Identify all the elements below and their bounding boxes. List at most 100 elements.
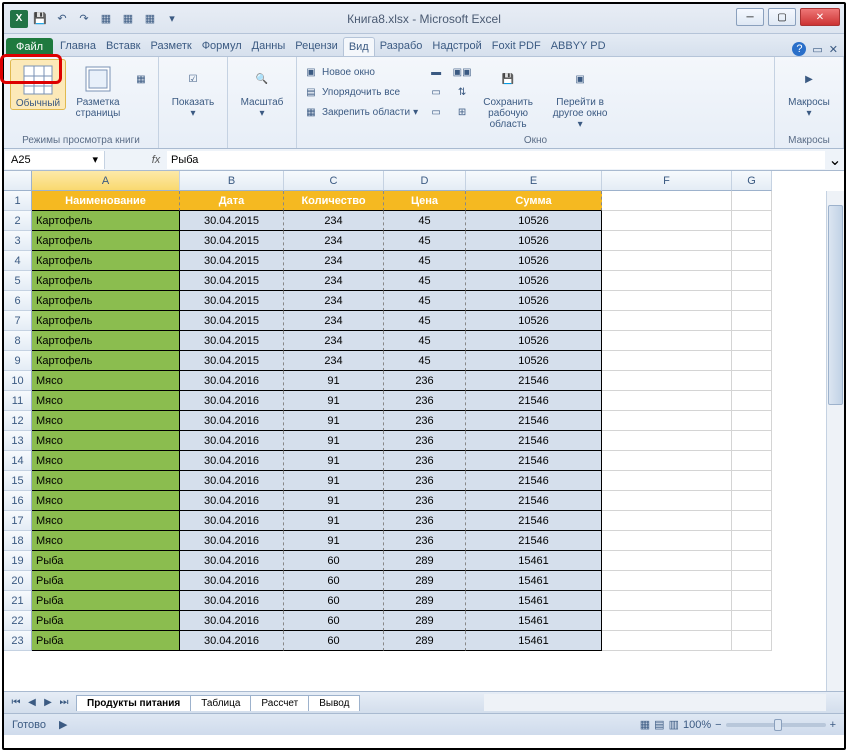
zoom-level[interactable]: 100%	[683, 719, 711, 731]
undo-icon[interactable]: ↶	[52, 9, 72, 29]
sheet-nav-prev-icon[interactable]: ◀	[24, 697, 40, 708]
cell-qty[interactable]: 91	[284, 411, 384, 431]
vertical-scrollbar[interactable]	[826, 191, 844, 691]
empty-cell[interactable]	[602, 271, 732, 291]
empty-cell[interactable]	[602, 611, 732, 631]
view-page-layout-button[interactable]: Разметка страницы	[70, 59, 126, 119]
macros-button[interactable]: ▶ Макросы▾	[781, 59, 837, 119]
empty-cell[interactable]	[732, 431, 772, 451]
cell-sum[interactable]: 21546	[466, 491, 602, 511]
empty-cell[interactable]	[732, 511, 772, 531]
view-normal-button[interactable]: Обычный	[10, 59, 66, 110]
minimize-button[interactable]: ─	[736, 8, 764, 26]
hide-button[interactable]: ▭	[428, 83, 444, 101]
cell-date[interactable]: 30.04.2016	[180, 631, 284, 651]
freeze-panes-button[interactable]: ▦Закрепить области ▾	[303, 103, 418, 121]
cell-date[interactable]: 30.04.2016	[180, 611, 284, 631]
empty-cell[interactable]	[732, 631, 772, 651]
cell-date[interactable]: 30.04.2016	[180, 451, 284, 471]
cell-sum[interactable]: 10526	[466, 291, 602, 311]
ribbon-tab-Главна[interactable]: Главна	[55, 37, 101, 56]
cell-sum[interactable]: 15461	[466, 631, 602, 651]
cell-date[interactable]: 30.04.2016	[180, 491, 284, 511]
empty-cell[interactable]	[732, 491, 772, 511]
zoom-thumb[interactable]	[774, 719, 782, 731]
cell-qty[interactable]: 91	[284, 511, 384, 531]
cell-name[interactable]: Картофель	[32, 291, 180, 311]
empty-cell[interactable]	[602, 491, 732, 511]
save-icon[interactable]: 💾	[30, 9, 50, 29]
zoom-button[interactable]: 🔍 Масштаб▾	[234, 59, 290, 119]
cell-qty[interactable]: 60	[284, 571, 384, 591]
empty-cell[interactable]	[602, 351, 732, 371]
sheet-tab[interactable]: Таблица	[190, 695, 251, 711]
cell-qty[interactable]: 91	[284, 451, 384, 471]
empty-cell[interactable]	[602, 571, 732, 591]
empty-cell[interactable]	[732, 571, 772, 591]
cell-price[interactable]: 236	[384, 451, 466, 471]
cell-sum[interactable]: 21546	[466, 451, 602, 471]
maximize-button[interactable]: ▢	[768, 8, 796, 26]
cell-price[interactable]: 289	[384, 611, 466, 631]
cell-price[interactable]: 236	[384, 431, 466, 451]
cell-sum[interactable]: 10526	[466, 331, 602, 351]
zoom-out-icon[interactable]: −	[715, 719, 721, 731]
cell-name[interactable]: Рыба	[32, 631, 180, 651]
row-header[interactable]: 15	[4, 471, 32, 491]
zoom-in-icon[interactable]: +	[830, 719, 836, 731]
empty-cell[interactable]	[732, 191, 772, 211]
file-tab[interactable]: Файл	[6, 38, 53, 56]
cell-date[interactable]: 30.04.2016	[180, 571, 284, 591]
empty-cell[interactable]	[602, 431, 732, 451]
ribbon-tab-Вид[interactable]: Вид	[343, 37, 375, 56]
ribbon-tab-Разрабо[interactable]: Разрабо	[375, 37, 428, 56]
reset-pos-button[interactable]: ⊞	[454, 103, 470, 121]
cell-qty[interactable]: 60	[284, 551, 384, 571]
cell-name[interactable]: Мясо	[32, 391, 180, 411]
cell-sum[interactable]: 21546	[466, 471, 602, 491]
new-window-button[interactable]: ▣Новое окно	[303, 63, 418, 81]
cell-price[interactable]: 45	[384, 311, 466, 331]
cell-date[interactable]: 30.04.2015	[180, 211, 284, 231]
cell-name[interactable]: Рыба	[32, 571, 180, 591]
cell-sum[interactable]: 15461	[466, 611, 602, 631]
empty-cell[interactable]	[602, 531, 732, 551]
cell-date[interactable]: 30.04.2016	[180, 371, 284, 391]
empty-cell[interactable]	[602, 451, 732, 471]
qat-dropdown-icon[interactable]: ▾	[162, 9, 182, 29]
expand-formula-icon[interactable]: ⌄	[826, 150, 844, 170]
empty-cell[interactable]	[732, 211, 772, 231]
cell-sum[interactable]: 10526	[466, 211, 602, 231]
cell-name[interactable]: Мясо	[32, 431, 180, 451]
row-header[interactable]: 6	[4, 291, 32, 311]
empty-cell[interactable]	[732, 391, 772, 411]
empty-cell[interactable]	[602, 251, 732, 271]
cell-price[interactable]: 45	[384, 291, 466, 311]
cell-name[interactable]: Картофель	[32, 211, 180, 231]
empty-cell[interactable]	[602, 391, 732, 411]
help-icon[interactable]: ?	[792, 42, 806, 56]
cell-price[interactable]: 45	[384, 271, 466, 291]
ribbon-tab-Формул[interactable]: Формул	[197, 37, 247, 56]
cell-qty[interactable]: 234	[284, 231, 384, 251]
doc-close-icon[interactable]: ✕	[829, 43, 838, 56]
unhide-button[interactable]: ▭	[428, 103, 444, 121]
cell-date[interactable]: 30.04.2015	[180, 251, 284, 271]
cell-price[interactable]: 289	[384, 591, 466, 611]
empty-cell[interactable]	[732, 271, 772, 291]
ribbon-tab-Вставк[interactable]: Вставк	[101, 37, 146, 56]
sheet-tab[interactable]: Вывод	[308, 695, 360, 711]
cell-date[interactable]: 30.04.2015	[180, 351, 284, 371]
cell-price[interactable]: 236	[384, 471, 466, 491]
view-break-icon[interactable]: ▥	[669, 718, 679, 731]
empty-cell[interactable]	[602, 551, 732, 571]
cell-qty[interactable]: 234	[284, 211, 384, 231]
cell-sum[interactable]: 15461	[466, 591, 602, 611]
ribbon-tab-Надстрой[interactable]: Надстрой	[427, 37, 486, 56]
cell-date[interactable]: 30.04.2016	[180, 551, 284, 571]
empty-cell[interactable]	[602, 631, 732, 651]
empty-cell[interactable]	[732, 331, 772, 351]
sheet-tab[interactable]: Продукты питания	[76, 695, 191, 711]
cell-price[interactable]: 236	[384, 511, 466, 531]
cell-name[interactable]: Мясо	[32, 371, 180, 391]
